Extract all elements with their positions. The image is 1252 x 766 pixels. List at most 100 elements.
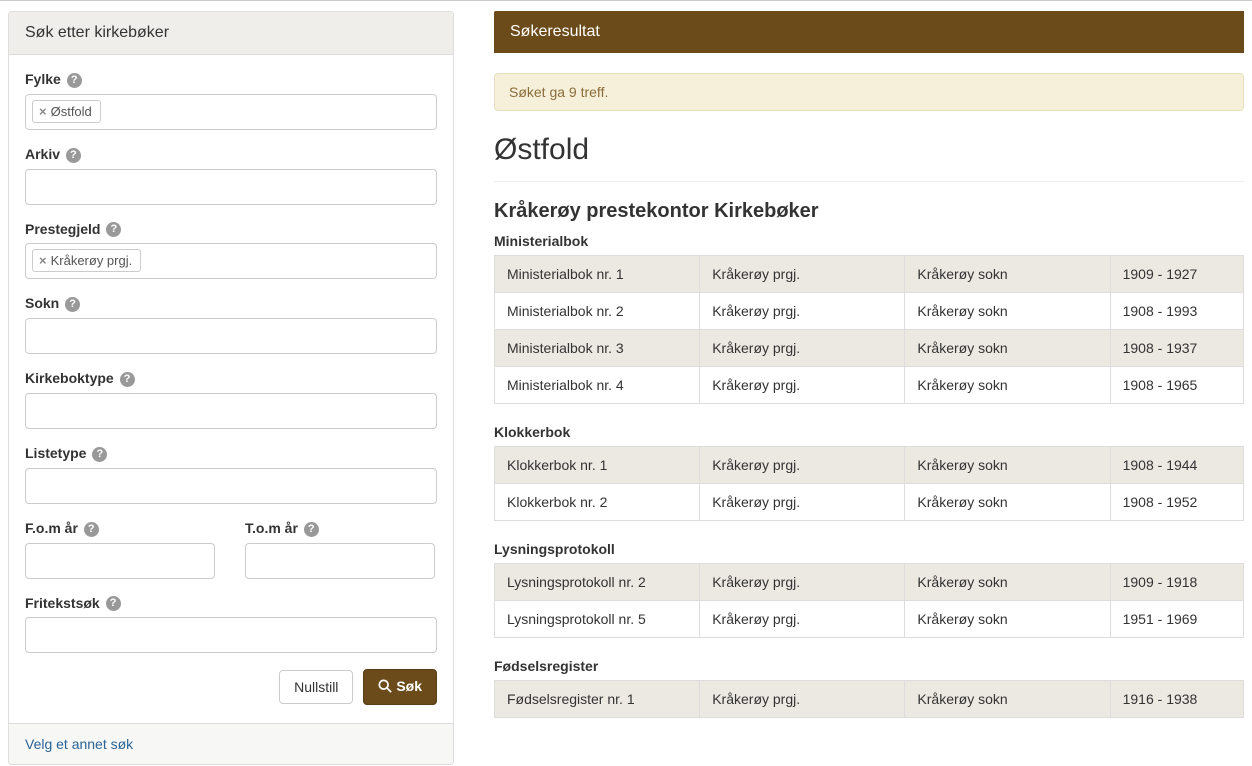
- cell-prgj: Kråkerøy prgj.: [700, 330, 905, 367]
- cell-name: Lysningsprotokoll nr. 5: [495, 601, 700, 638]
- field-fritekst: Fritekstsøk ?: [25, 595, 437, 654]
- help-icon[interactable]: ?: [84, 522, 99, 537]
- search-form: Fylke ? ×Østfold Arkiv ? Prestegj: [9, 55, 453, 723]
- cell-name: Ministerialbok nr. 3: [495, 330, 700, 367]
- archive-title: Kråkerøy prestekontor Kirkebøker: [494, 200, 1244, 223]
- cell-prgj: Kråkerøy prgj.: [700, 681, 905, 718]
- fritekst-input[interactable]: [25, 617, 437, 653]
- results-table: Lysningsprotokoll nr. 2Kråkerøy prgj.Krå…: [494, 563, 1244, 638]
- cell-years: 1908 - 1965: [1110, 367, 1243, 404]
- section-title: Fødselsregister: [494, 658, 1244, 674]
- label-sokn: Sokn ?: [25, 295, 437, 312]
- field-fylke: Fylke ? ×Østfold: [25, 71, 437, 130]
- tag-fylke[interactable]: ×Østfold: [32, 100, 101, 123]
- table-row[interactable]: Klokkerbok nr. 2Kråkerøy prgj.Kråkerøy s…: [495, 484, 1244, 521]
- tag-prestegjeld[interactable]: ×Kråkerøy prgj.: [32, 249, 141, 272]
- help-icon[interactable]: ?: [92, 447, 107, 462]
- button-row: Nullstill Søk: [25, 669, 437, 705]
- table-row[interactable]: Ministerialbok nr. 4Kråkerøy prgj.Kråker…: [495, 367, 1244, 404]
- cell-sokn: Kråkerøy sokn: [905, 293, 1110, 330]
- help-icon[interactable]: ?: [66, 148, 81, 163]
- field-sokn: Sokn ?: [25, 295, 437, 354]
- cell-prgj: Kråkerøy prgj.: [700, 564, 905, 601]
- prestegjeld-input[interactable]: ×Kråkerøy prgj.: [25, 243, 437, 279]
- help-icon[interactable]: ?: [67, 73, 82, 88]
- cell-name: Klokkerbok nr. 2: [495, 484, 700, 521]
- search-button[interactable]: Søk: [363, 669, 437, 705]
- help-icon[interactable]: ?: [120, 372, 135, 387]
- cell-years: 1908 - 1944: [1110, 447, 1243, 484]
- cell-prgj: Kråkerøy prgj.: [700, 293, 905, 330]
- divider: [494, 181, 1244, 182]
- cell-prgj: Kråkerøy prgj.: [700, 256, 905, 293]
- cell-years: 1908 - 1952: [1110, 484, 1243, 521]
- label-prestegjeld: Prestegjeld ?: [25, 221, 437, 238]
- table-row[interactable]: Lysningsprotokoll nr. 5Kråkerøy prgj.Krå…: [495, 601, 1244, 638]
- close-icon[interactable]: ×: [39, 253, 47, 268]
- search-panel: Søk etter kirkebøker Fylke ? ×Østfold Ar…: [8, 11, 454, 765]
- cell-years: 1909 - 1927: [1110, 256, 1243, 293]
- cell-sokn: Kråkerøy sokn: [905, 484, 1110, 521]
- reset-button[interactable]: Nullstill: [279, 670, 353, 704]
- table-row[interactable]: Ministerialbok nr. 3Kråkerøy prgj.Kråker…: [495, 330, 1244, 367]
- results-table: Fødselsregister nr. 1Kråkerøy prgj.Kråke…: [494, 680, 1244, 718]
- close-icon[interactable]: ×: [39, 104, 47, 119]
- arkiv-input[interactable]: [25, 169, 437, 205]
- listetype-input[interactable]: [25, 468, 437, 504]
- region-title: Østfold: [494, 133, 1244, 167]
- table-row[interactable]: Ministerialbok nr. 1Kråkerøy prgj.Kråker…: [495, 256, 1244, 293]
- cell-sokn: Kråkerøy sokn: [905, 367, 1110, 404]
- field-kirkeboktype: Kirkeboktype ?: [25, 370, 437, 429]
- search-icon: [378, 679, 392, 696]
- cell-sokn: Kråkerøy sokn: [905, 256, 1110, 293]
- label-kirkeboktype: Kirkeboktype ?: [25, 370, 437, 387]
- result-sections: MinisterialbokMinisterialbok nr. 1Kråker…: [494, 233, 1244, 718]
- table-row[interactable]: Klokkerbok nr. 1Kråkerøy prgj.Kråkerøy s…: [495, 447, 1244, 484]
- kirkeboktype-input[interactable]: [25, 393, 437, 429]
- cell-sokn: Kråkerøy sokn: [905, 564, 1110, 601]
- search-panel-title: Søk etter kirkebøker: [9, 12, 453, 55]
- cell-years: 1916 - 1938: [1110, 681, 1243, 718]
- section-title: Lysningsprotokoll: [494, 541, 1244, 557]
- cell-years: 1908 - 1993: [1110, 293, 1243, 330]
- cell-years: 1908 - 1937: [1110, 330, 1243, 367]
- help-icon[interactable]: ?: [304, 522, 319, 537]
- field-listetype: Listetype ?: [25, 445, 437, 504]
- table-row[interactable]: Lysningsprotokoll nr. 2Kråkerøy prgj.Krå…: [495, 564, 1244, 601]
- help-icon[interactable]: ?: [106, 222, 121, 237]
- fom-input[interactable]: [25, 543, 215, 579]
- help-icon[interactable]: ?: [106, 596, 121, 611]
- results-panel: Søkeresultat Søket ga 9 treff. Østfold K…: [494, 11, 1244, 765]
- tom-input[interactable]: [245, 543, 435, 579]
- field-tom: T.o.m år ?: [245, 520, 435, 579]
- field-prestegjeld: Prestegjeld ? ×Kråkerøy prgj.: [25, 221, 437, 280]
- field-arkiv: Arkiv ?: [25, 146, 437, 205]
- help-icon[interactable]: ?: [65, 297, 80, 312]
- fylke-input[interactable]: ×Østfold: [25, 94, 437, 130]
- results-heading: Søkeresultat: [494, 11, 1244, 53]
- cell-sokn: Kråkerøy sokn: [905, 447, 1110, 484]
- sokn-input[interactable]: [25, 318, 437, 354]
- cell-name: Fødselsregister nr. 1: [495, 681, 700, 718]
- label-fom: F.o.m år ?: [25, 520, 215, 537]
- section-title: Klokkerbok: [494, 424, 1244, 440]
- cell-name: Klokkerbok nr. 1: [495, 447, 700, 484]
- label-arkiv: Arkiv ?: [25, 146, 437, 163]
- other-search-link[interactable]: Velg et annet søk: [25, 736, 133, 752]
- cell-name: Ministerialbok nr. 1: [495, 256, 700, 293]
- table-row[interactable]: Ministerialbok nr. 2Kråkerøy prgj.Kråker…: [495, 293, 1244, 330]
- cell-sokn: Kråkerøy sokn: [905, 681, 1110, 718]
- table-row[interactable]: Fødselsregister nr. 1Kråkerøy prgj.Kråke…: [495, 681, 1244, 718]
- year-range: F.o.m år ? T.o.m år ?: [25, 520, 437, 579]
- cell-sokn: Kråkerøy sokn: [905, 601, 1110, 638]
- cell-name: Lysningsprotokoll nr. 2: [495, 564, 700, 601]
- label-fritekst: Fritekstsøk ?: [25, 595, 437, 612]
- cell-prgj: Kråkerøy prgj.: [700, 367, 905, 404]
- label-listetype: Listetype ?: [25, 445, 437, 462]
- cell-name: Ministerialbok nr. 4: [495, 367, 700, 404]
- results-alert: Søket ga 9 treff.: [494, 73, 1244, 111]
- cell-prgj: Kråkerøy prgj.: [700, 447, 905, 484]
- search-panel-footer: Velg et annet søk: [9, 723, 453, 764]
- cell-sokn: Kråkerøy sokn: [905, 330, 1110, 367]
- cell-prgj: Kråkerøy prgj.: [700, 601, 905, 638]
